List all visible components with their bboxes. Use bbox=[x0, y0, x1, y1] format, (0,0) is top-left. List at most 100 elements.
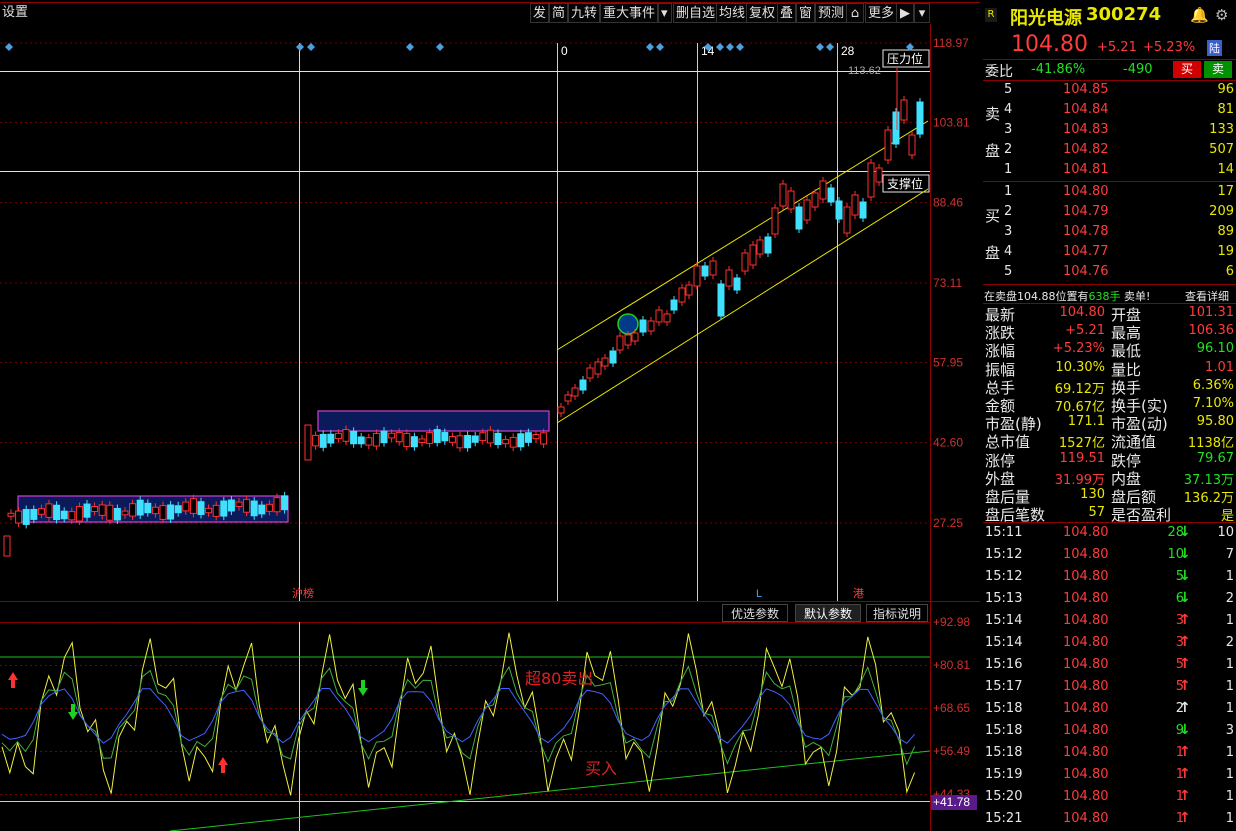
tick-row[interactable]: 15:18 104.80 9 ↓ 3 bbox=[983, 722, 1236, 742]
toolbar-btn-more[interactable]: 更多 bbox=[865, 3, 898, 23]
candle-body bbox=[571, 387, 579, 397]
ask-volume: 507 bbox=[1209, 142, 1234, 157]
toolbar-btn-fa[interactable]: 发 bbox=[530, 3, 550, 23]
tab-indicator-help[interactable]: 指标说明 bbox=[866, 604, 928, 622]
candle-body bbox=[22, 509, 30, 525]
candle-body bbox=[693, 265, 701, 287]
stat-value: 7.10% bbox=[1192, 396, 1234, 411]
toolbar-btn-remove-watch[interactable]: 删自选 bbox=[673, 3, 719, 23]
ask-level: 5 bbox=[1004, 82, 1013, 97]
y-axis-tick: 57.95 bbox=[933, 355, 963, 369]
price-change-pct: +5.23% bbox=[1143, 40, 1196, 55]
arrow-down-icon bbox=[68, 704, 78, 720]
candle-body bbox=[136, 499, 144, 516]
tick-row[interactable]: 15:14 104.80 3 ↑ 2 bbox=[983, 634, 1236, 654]
arrow-up-icon: ↑ bbox=[1179, 766, 1191, 782]
tick-row[interactable]: 15:11 104.80 28 ↓ 10 bbox=[983, 524, 1236, 544]
tick-row[interactable]: 15:14 104.80 3 ↑ 1 bbox=[983, 612, 1236, 632]
tab-optimized-params[interactable]: 优选参数 bbox=[722, 604, 788, 622]
tick-row[interactable]: 15:12 104.80 10 ↓ 7 bbox=[983, 546, 1236, 566]
sell-annotation: 超80卖出 bbox=[525, 669, 593, 688]
candle-body bbox=[441, 432, 449, 442]
tick-row[interactable]: 15:17 104.80 5 ↑ 1 bbox=[983, 678, 1236, 698]
candle-body bbox=[395, 431, 403, 443]
gear-icon[interactable]: ⚙ bbox=[1215, 6, 1228, 24]
candle-body bbox=[167, 504, 175, 520]
tick-count: 1 bbox=[1225, 657, 1234, 672]
tick-row[interactable]: 15:12 104.80 5 ↓ 1 bbox=[983, 568, 1236, 588]
tick-row[interactable]: 15:18 104.80 1 ↑ 1 bbox=[983, 744, 1236, 764]
candle-body bbox=[471, 435, 479, 443]
tick-time: 15:19 bbox=[985, 767, 1023, 782]
sell-button[interactable]: 卖 bbox=[1204, 61, 1232, 78]
kline-chart[interactable]: 118.97103.8188.4673.1157.9542.6027.250 14… bbox=[0, 0, 980, 831]
candle-body bbox=[616, 335, 624, 351]
tick-row[interactable]: 15:20 104.80 1 ↑ 1 bbox=[983, 788, 1236, 808]
bid-level: 4 bbox=[1004, 244, 1013, 259]
support-label: 支撑位 bbox=[887, 176, 923, 191]
candle-body bbox=[647, 320, 655, 332]
tick-row[interactable]: 15:13 104.80 6 ↓ 2 bbox=[983, 590, 1236, 610]
tick-row[interactable]: 15:19 104.80 1 ↑ 1 bbox=[983, 766, 1236, 786]
bid-volume: 19 bbox=[1217, 244, 1234, 259]
lock-icon[interactable]: ⌂ bbox=[846, 3, 864, 23]
buy-button[interactable]: 买 bbox=[1173, 61, 1201, 78]
ask-price: 104.82 bbox=[1063, 142, 1109, 157]
kline-chart-area[interactable]: 118.97 103.81 88.46 73.11 57.95 42.60 27.25 0 14… bbox=[0, 0, 980, 831]
candle-body bbox=[908, 134, 916, 156]
arrow-up-icon: ↑ bbox=[1179, 678, 1191, 694]
event-diamond-icon bbox=[726, 43, 734, 51]
candle-body bbox=[579, 379, 587, 391]
tick-row[interactable]: 15:18 104.80 2 ↑ 1 bbox=[983, 700, 1236, 720]
arrow-up-icon bbox=[8, 672, 18, 688]
tick-price: 104.80 bbox=[1063, 679, 1109, 694]
toolbar-btn-overlay[interactable]: 叠 bbox=[777, 3, 797, 23]
divider bbox=[983, 522, 1236, 523]
tick-row[interactable]: 15:21 104.80 1 ↑ 1 bbox=[983, 810, 1236, 830]
candle-body bbox=[327, 433, 335, 444]
toolbar-btn-window[interactable]: 窗 bbox=[796, 3, 816, 23]
play-icon[interactable]: ▶ bbox=[896, 3, 914, 23]
toolbar-btn-jian[interactable]: 简 bbox=[549, 3, 569, 23]
tick-price: 104.80 bbox=[1063, 569, 1109, 584]
arrow-down-icon: ↓ bbox=[1179, 722, 1191, 738]
ask-level: 3 bbox=[1004, 122, 1013, 137]
stat-value: 37.13万 bbox=[1183, 472, 1234, 488]
toolbar-btn-jiuzhuan[interactable]: 九转 bbox=[568, 3, 601, 23]
arrow-up-icon: ↑ bbox=[1179, 656, 1191, 672]
ask-volume: 96 bbox=[1217, 82, 1234, 97]
stat-value: 57 bbox=[1088, 505, 1105, 521]
tick-count: 7 bbox=[1225, 547, 1234, 562]
buy-annotation: 买入 bbox=[585, 759, 617, 778]
toolbar-btn-forecast[interactable]: 预测 bbox=[815, 3, 848, 23]
tab-default-params[interactable]: 默认参数 bbox=[795, 604, 861, 622]
y-axis-tick: 103.81 bbox=[933, 115, 970, 129]
channel-lower-line bbox=[556, 188, 929, 424]
toolbar-btn-adjust[interactable]: 复权 bbox=[746, 3, 779, 23]
view-details-link[interactable]: 查看详细 bbox=[1185, 288, 1229, 304]
order-diff: -490 bbox=[1123, 62, 1153, 77]
candle-body bbox=[220, 500, 228, 517]
ask-price: 104.81 bbox=[1063, 162, 1109, 177]
tick-count: 10 bbox=[1217, 525, 1234, 540]
toolbar-btn-ma[interactable]: 均线 bbox=[716, 3, 749, 23]
bid-price: 104.78 bbox=[1063, 224, 1109, 239]
tick-time: 15:14 bbox=[985, 613, 1023, 628]
tick-count: 1 bbox=[1225, 745, 1234, 760]
tick-time: 15:14 bbox=[985, 635, 1023, 650]
stat-value: 70.67亿 bbox=[1054, 400, 1105, 415]
candle-body bbox=[281, 495, 289, 511]
tick-time: 15:16 bbox=[985, 657, 1023, 672]
toolbar-btn-major-events[interactable]: 重大事件 bbox=[600, 3, 659, 23]
bid-level: 3 bbox=[1004, 224, 1013, 239]
dropdown-arrow-icon[interactable]: ▾ bbox=[658, 3, 672, 23]
bid-price: 104.77 bbox=[1063, 244, 1109, 259]
candle-body bbox=[75, 505, 83, 522]
tick-row[interactable]: 15:16 104.80 5 ↑ 1 bbox=[983, 656, 1236, 676]
bell-icon[interactable]: 🔔 bbox=[1190, 6, 1209, 24]
candle-body bbox=[98, 504, 106, 516]
chevron-down-icon[interactable]: ▾ bbox=[914, 3, 930, 23]
settings-button[interactable]: 设置 bbox=[0, 3, 30, 23]
stat-value: 1527亿 bbox=[1058, 436, 1105, 452]
tick-count: 1 bbox=[1225, 811, 1234, 826]
